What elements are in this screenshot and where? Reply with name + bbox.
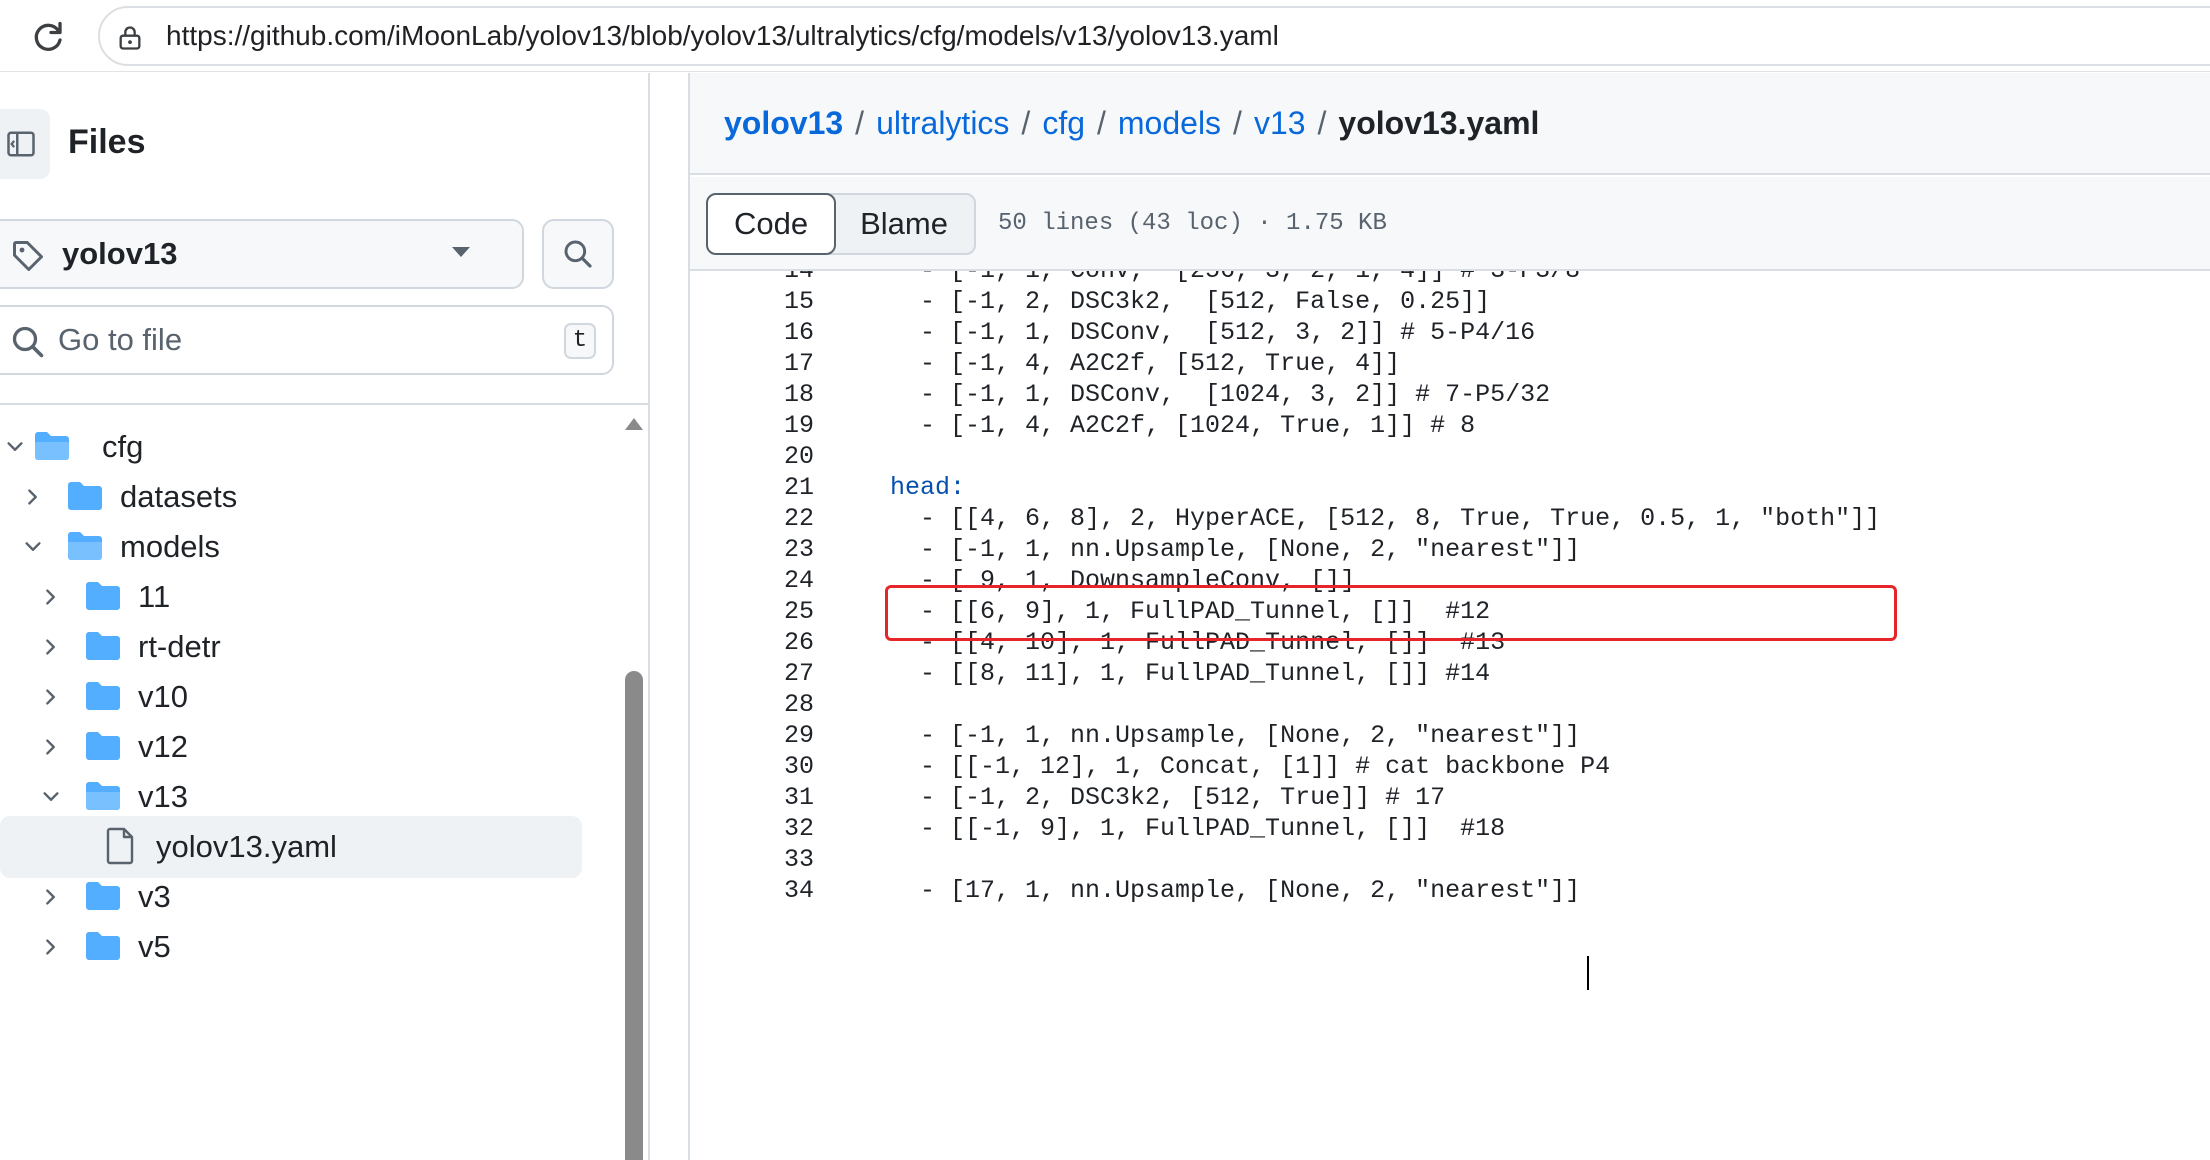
folder-open-icon: [86, 782, 120, 810]
go-to-file-input[interactable]: [58, 315, 538, 365]
keyboard-shortcut-badge: t: [564, 323, 596, 359]
folder-icon: [86, 932, 120, 960]
scroll-up-arrow-icon[interactable]: [625, 418, 643, 430]
address-bar[interactable]: https://github.com/iMoonLab/yolov13/blob…: [98, 6, 2210, 66]
file-tree-sidebar: Files yolov13 t cfg datasets models: [0, 73, 650, 1160]
breadcrumb-separator: /: [1097, 104, 1106, 141]
tree-item-label: v5: [138, 929, 171, 964]
file-icon: [106, 827, 134, 865]
chevron-right-icon: [46, 639, 55, 655]
line-text: - [17, 1, nn.Upsample, [None, 2, "neares…: [890, 876, 1581, 905]
folder-open-icon: [35, 432, 69, 460]
chevron-right-icon: [46, 589, 55, 605]
breadcrumb-separator: /: [1021, 104, 1031, 141]
chevron-right-icon: [46, 739, 55, 755]
folder-icon: [68, 482, 102, 510]
breadcrumb-separator: /: [1317, 104, 1327, 141]
breadcrumb-separator: /: [1233, 104, 1242, 141]
tree-item-v5[interactable]: v5: [0, 916, 620, 978]
tag-icon: [13, 241, 43, 271]
folder-icon: [86, 682, 120, 710]
sidebar-title: Files: [68, 123, 146, 161]
collapse-sidebar-button[interactable]: [0, 109, 50, 179]
sidebar-collapse-icon: [7, 131, 35, 157]
chevron-down-icon: [25, 542, 41, 551]
code-line: 34 - [17, 1, nn.Upsample, [None, 2, "nea…: [690, 869, 2210, 913]
folder-icon: [86, 632, 120, 660]
url-text[interactable]: https://github.com/iMoonLab/yolov13/blob…: [166, 8, 1279, 64]
search-files-button[interactable]: [542, 219, 614, 289]
breadcrumb-repo-link[interactable]: yolov13: [724, 105, 843, 142]
reload-icon[interactable]: [26, 15, 70, 59]
chevron-right-icon: [28, 489, 37, 505]
chevron-down-icon: [7, 442, 23, 451]
breadcrumb-link-ultralytics[interactable]: ultralytics: [876, 105, 1009, 142]
chevron-right-icon: [46, 939, 55, 955]
sidebar-divider: [0, 403, 648, 405]
view-mode-toggle: Code Blame: [706, 193, 976, 255]
text-cursor: [1587, 956, 1589, 990]
breadcrumb-separator: /: [855, 104, 865, 141]
line-number[interactable]: 34: [690, 869, 814, 913]
file-toolbar: Code Blame 50 lines (43 loc) · 1.75 KB: [690, 177, 2210, 271]
chevron-down-icon: [43, 792, 59, 801]
breadcrumb: yolov13 / ultralytics / cfg / models / v…: [690, 73, 2210, 175]
search-icon: [12, 326, 44, 358]
scrollbar-thumb[interactable]: [625, 671, 643, 1160]
breadcrumb-current-file: yolov13.yaml: [1338, 104, 1540, 141]
site-info-icon[interactable]: [114, 22, 146, 54]
branch-name: yolov13: [62, 236, 178, 271]
folder-icon: [86, 882, 120, 910]
folder-open-icon: [68, 532, 102, 560]
blame-tab-button[interactable]: Blame: [834, 195, 974, 253]
go-to-file-field[interactable]: t: [0, 305, 614, 375]
file-view: yolov13 / ultralytics / cfg / models / v…: [688, 73, 2210, 1160]
folder-icon: [86, 582, 120, 610]
breadcrumb-link-cfg[interactable]: cfg: [1042, 105, 1085, 142]
breadcrumb-link-models[interactable]: models: [1118, 105, 1221, 142]
branch-selector[interactable]: yolov13: [0, 219, 524, 289]
chevron-right-icon: [46, 689, 55, 705]
search-icon: [564, 240, 592, 268]
chevron-right-icon: [46, 889, 55, 905]
code-tab-button[interactable]: Code: [706, 193, 837, 255]
caret-down-icon: [452, 247, 470, 257]
code-viewer[interactable]: 14 - [-1, 1, Conv, [256, 3, 2, 1, 4]] # …: [690, 271, 2210, 1160]
folder-icon: [86, 732, 120, 760]
breadcrumb-link-v13[interactable]: v13: [1254, 105, 1306, 142]
browser-toolbar: https://github.com/iMoonLab/yolov13/blob…: [0, 0, 2210, 72]
file-stats: 50 lines (43 loc) · 1.75 KB: [998, 210, 1387, 237]
